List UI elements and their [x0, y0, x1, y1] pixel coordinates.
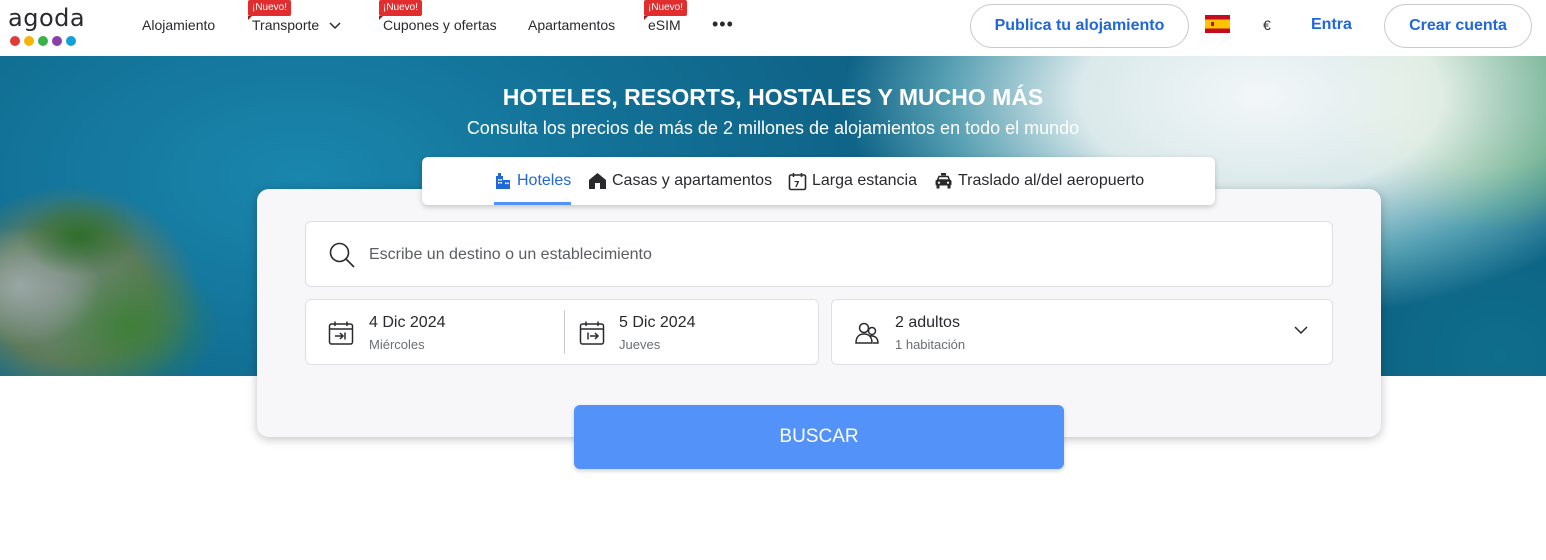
tab-label: Hoteles: [517, 172, 572, 189]
check-out-calendar-icon: [579, 321, 605, 345]
nav-item-label: Cupones y ofertas: [383, 17, 497, 33]
nav-item-esim[interactable]: ¡Nuevo! eSIM: [644, 0, 688, 33]
logo-dot-yellow: [24, 36, 34, 46]
currency-selector[interactable]: €: [1263, 17, 1271, 33]
rooms-count: 1 habitación: [895, 337, 966, 352]
nav-item-label: Apartamentos: [528, 17, 616, 33]
island-image: [0, 176, 220, 376]
house-icon: [589, 173, 606, 189]
logo-dots: [8, 36, 88, 46]
agoda-logo[interactable]: agoda: [8, 6, 88, 48]
spain-flag-icon[interactable]: [1205, 15, 1230, 33]
nav-item-label: Alojamiento: [142, 17, 216, 33]
tab-homes[interactable]: Casas y apartamentos: [588, 157, 772, 205]
calendar-7-icon: 7: [788, 172, 807, 190]
search-icon: [329, 242, 355, 268]
sign-in-link[interactable]: Entra: [1311, 16, 1352, 34]
logo-dot-blue: [66, 36, 76, 46]
nav-item-label: Transporte: [252, 17, 320, 33]
hotel-icon: [496, 173, 510, 189]
create-account-button[interactable]: Crear cuenta: [1384, 4, 1532, 48]
check-out-date-value: 5 Dic 2024: [619, 314, 696, 331]
tab-airport-transfer[interactable]: Traslado al/del aeropuerto: [934, 157, 1144, 205]
new-badge: ¡Nuevo!: [379, 0, 423, 20]
top-header: agoda Alojamiento ¡Nuevo! Transporte ¡Nu…: [0, 0, 1546, 56]
logo-dot-red: [10, 36, 20, 46]
check-in-calendar-icon: [328, 321, 354, 345]
tab-label: Casas y apartamentos: [612, 172, 773, 189]
nav-item-accommodation[interactable]: Alojamiento: [142, 17, 215, 33]
check-out-date[interactable]: 5 Dic 2024 Jueves: [565, 300, 818, 364]
check-in-weekday: Miércoles: [369, 337, 425, 352]
hero-title: HOTELES, RESORTS, HOSTALES Y MUCHO MÁS: [502, 84, 1044, 110]
tab-label: Larga estancia: [812, 172, 917, 189]
destination-search-input[interactable]: Escribe un destino o un establecimiento: [305, 221, 1333, 287]
car-icon: [935, 173, 952, 189]
logo-text: agoda: [8, 4, 86, 32]
new-badge: ¡Nuevo!: [248, 0, 292, 20]
logo-dot-purple: [52, 36, 62, 46]
tab-long-stay[interactable]: 7 Larga estancia: [788, 157, 917, 205]
search-button[interactable]: BUSCAR: [574, 405, 1064, 469]
check-out-weekday: Jueves: [619, 337, 661, 352]
list-property-button[interactable]: Publica tu alojamiento: [970, 4, 1189, 48]
svg-text:7: 7: [794, 180, 800, 189]
nav-item-apartments[interactable]: Apartamentos: [528, 17, 615, 33]
chevron-down-icon: [1294, 326, 1308, 335]
destination-placeholder: Escribe un destino o un establecimiento: [369, 246, 652, 263]
chevron-down-icon: [329, 22, 341, 30]
nav-item-coupons[interactable]: ¡Nuevo! Cupones y ofertas: [379, 0, 497, 33]
more-menu-icon[interactable]: •••: [712, 15, 734, 33]
logo-dot-green: [38, 36, 48, 46]
nav-item-transport[interactable]: ¡Nuevo! Transporte: [248, 0, 341, 33]
tab-label: Traslado al/del aeropuerto: [958, 172, 1145, 189]
guests-icon: [855, 322, 879, 344]
new-badge: ¡Nuevo!: [644, 0, 688, 20]
check-in-date[interactable]: 4 Dic 2024 Miércoles: [306, 300, 563, 364]
nav-item-label: eSIM: [648, 17, 681, 33]
hero-subtitle: Consulta los precios de más de 2 millone…: [466, 118, 1080, 138]
adults-count: 2 adultos: [895, 314, 960, 331]
guests-selector[interactable]: 2 adultos 1 habitación: [831, 299, 1333, 365]
date-range-field: 4 Dic 2024 Miércoles 5 Dic 2024 Jueves: [305, 299, 819, 365]
tab-hotels[interactable]: Hoteles: [494, 157, 572, 205]
check-in-date-value: 4 Dic 2024: [369, 314, 446, 331]
search-tabs: Hoteles Casas y apartamentos 7 Larga est…: [422, 157, 1215, 205]
